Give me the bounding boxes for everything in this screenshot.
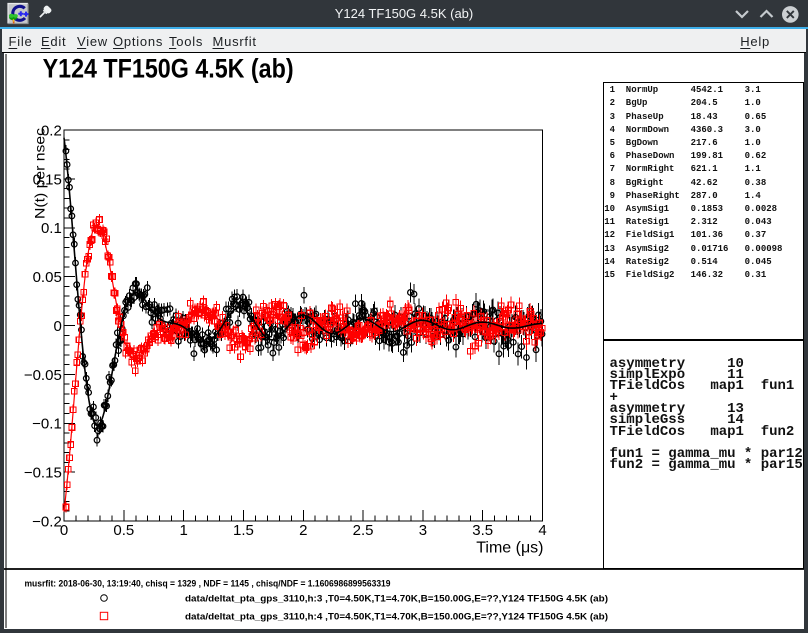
svg-text:−0.15: −0.15 <box>24 465 62 482</box>
svg-text:1: 1 <box>179 522 187 539</box>
svg-text:−0.05: −0.05 <box>24 367 62 384</box>
svg-text:4: 4 <box>538 522 546 539</box>
svg-text:data/deltat_pta_gps_3110,h:3 ,: data/deltat_pta_gps_3110,h:3 ,T0=4.50K,T… <box>185 594 608 605</box>
svg-text:0.5: 0.5 <box>113 522 134 539</box>
svg-text:N(t) per nsec: N(t) per nsec <box>31 128 47 219</box>
svg-text:3: 3 <box>419 522 427 539</box>
svg-text:Y124 TF150G 4.5K (ab): Y124 TF150G 4.5K (ab) <box>43 54 294 84</box>
svg-text:2: 2 <box>299 522 307 539</box>
svg-text:−0.1: −0.1 <box>32 416 62 433</box>
svg-text:0.1: 0.1 <box>41 220 62 237</box>
svg-text:0: 0 <box>53 318 61 335</box>
svg-text:0.05: 0.05 <box>33 269 62 286</box>
svg-text:−0.2: −0.2 <box>32 513 62 530</box>
svg-text:1.5: 1.5 <box>233 522 254 539</box>
svg-text:2.5: 2.5 <box>353 522 374 539</box>
svg-text:data/deltat_pta_gps_3110,h:4 ,: data/deltat_pta_gps_3110,h:4 ,T0=4.50K,T… <box>185 612 608 623</box>
svg-text:3.5: 3.5 <box>472 522 493 539</box>
svg-text:musrfit: 2018-06-30, 13:19:40,: musrfit: 2018-06-30, 13:19:40, chisq = 1… <box>25 579 391 589</box>
svg-text:Time (μs): Time (μs) <box>476 540 543 557</box>
